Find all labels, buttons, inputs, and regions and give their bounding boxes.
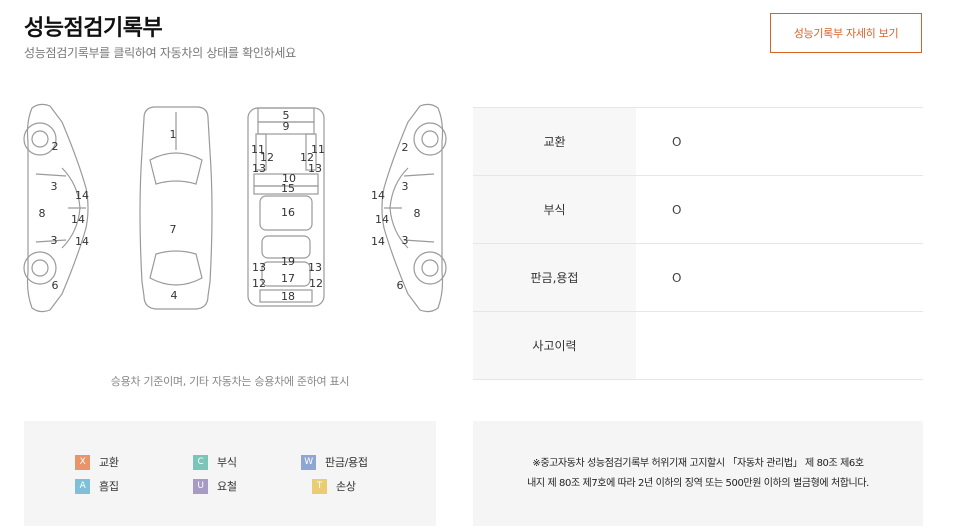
- legend-label: 요철: [217, 480, 237, 493]
- legend-code-a: A: [75, 478, 90, 494]
- legend-code-t: T: [312, 478, 327, 494]
- part-number[interactable]: 2: [52, 140, 59, 153]
- legend-label: 손상: [336, 480, 356, 493]
- part-number[interactable]: 13: [252, 261, 266, 274]
- part-number[interactable]: 7: [170, 223, 177, 236]
- legend-item-sheet-metal: W 판금/용접: [301, 454, 368, 470]
- part-number[interactable]: 9: [283, 120, 290, 133]
- legend-label: 판금/용접: [325, 456, 368, 469]
- status-label-sheet-metal: 판금,용접: [473, 243, 636, 312]
- part-number[interactable]: 12: [252, 277, 266, 290]
- table-row: 부식 O: [473, 175, 923, 244]
- status-label-replace: 교환: [473, 107, 636, 176]
- status-label-accident: 사고이력: [473, 311, 636, 380]
- legal-warning-box: ※중고자동차 성능점검기록부 허위기재 고지할시 「자동차 관리법」 제 80조…: [473, 421, 923, 526]
- legend-code-x: X: [75, 454, 90, 470]
- legend-code-w: W: [301, 454, 316, 470]
- legend-label: 부식: [217, 456, 237, 469]
- right-front-wheel: [413, 122, 447, 156]
- part-number[interactable]: 4: [171, 289, 178, 302]
- part-number[interactable]: 17: [281, 272, 295, 285]
- status-value-accident: [636, 311, 923, 380]
- part-number[interactable]: 15: [281, 182, 295, 195]
- part-number[interactable]: 19: [281, 255, 295, 268]
- car-diagram-svg: 2 3 14 8 14 3 14 6 1 7 4 5 9 11 12 13 11…: [23, 103, 447, 313]
- part-number[interactable]: 3: [51, 234, 58, 247]
- part-number[interactable]: 16: [281, 206, 295, 219]
- legend-code-u: U: [193, 478, 208, 494]
- legend-item-exchange: X 교환: [75, 454, 119, 470]
- legal-warning-line: ※중고자동차 성능점검기록부 허위기재 고지할시 「자동차 관리법」 제 80조…: [532, 457, 864, 469]
- part-number[interactable]: 2: [402, 141, 409, 154]
- part-number[interactable]: 8: [39, 207, 46, 220]
- part-number[interactable]: 14: [75, 189, 89, 202]
- part-number[interactable]: 8: [414, 207, 421, 220]
- page-subtitle: 성능점검기록부를 클릭하여 자동차의 상태를 확인하세요: [24, 46, 296, 60]
- status-label-corrosion: 부식: [473, 175, 636, 244]
- part-number[interactable]: 6: [397, 279, 404, 292]
- part-number[interactable]: 13: [252, 162, 266, 175]
- part-number[interactable]: 14: [71, 213, 85, 226]
- right-rear-wheel: [413, 251, 447, 285]
- top-view-windshield: [149, 152, 203, 185]
- part-number[interactable]: 14: [375, 213, 389, 226]
- legend-item-damage: T 손상: [312, 478, 356, 494]
- table-row: 교환 O: [473, 107, 923, 176]
- part-number[interactable]: 14: [75, 235, 89, 248]
- part-number[interactable]: 14: [371, 189, 385, 202]
- legend-box: X 교환 C 부식 W 판금/용접 A 흠집 U 요철 T 손상: [24, 421, 436, 526]
- diagram-note: 승용차 기준이며, 기타 자동차는 승용차에 준하여 표시: [110, 375, 350, 388]
- legend-item-scratch: A 흠집: [75, 478, 119, 494]
- legend-label: 흠집: [99, 480, 119, 493]
- part-number[interactable]: 6: [52, 279, 59, 292]
- table-row: 사고이력: [473, 311, 923, 380]
- part-number[interactable]: 14: [371, 235, 385, 248]
- part-number[interactable]: 13: [308, 261, 322, 274]
- car-diagram[interactable]: 2 3 14 8 14 3 14 6 1 7 4 5 9 11 12 13 11…: [20, 102, 450, 314]
- legend-label: 교환: [99, 456, 119, 469]
- top-view-rear-window: [149, 250, 203, 286]
- part-number[interactable]: 13: [308, 162, 322, 175]
- inspection-status-table: 교환 O 부식 O 판금,용접 O 사고이력: [473, 107, 923, 380]
- status-value-replace: O: [636, 107, 923, 176]
- legend-code-c: C: [193, 454, 208, 470]
- legend-item-dent: U 요철: [193, 478, 237, 494]
- legal-warning-text: ※중고자동차 성능점검기록부 허위기재 고지할시 「자동차 관리법」 제 80조…: [527, 454, 869, 494]
- page-title: 성능점검기록부: [24, 16, 163, 41]
- part-number[interactable]: 1: [170, 128, 177, 141]
- view-detail-button[interactable]: 성능기록부 자세히 보기: [770, 13, 922, 53]
- legal-warning-line: 내지 제 80조 제7호에 따라 2년 이하의 징역 또는 500만원 이하의 …: [527, 477, 869, 489]
- table-row: 판금,용접 O: [473, 243, 923, 312]
- status-value-corrosion: O: [636, 175, 923, 244]
- part-number[interactable]: 12: [309, 277, 323, 290]
- status-value-sheet-metal: O: [636, 243, 923, 312]
- part-number[interactable]: 3: [51, 180, 58, 193]
- part-number[interactable]: 18: [281, 290, 295, 303]
- part-number[interactable]: 3: [402, 180, 409, 193]
- part-number[interactable]: 3: [402, 234, 409, 247]
- legend-item-corrosion: C 부식: [193, 454, 237, 470]
